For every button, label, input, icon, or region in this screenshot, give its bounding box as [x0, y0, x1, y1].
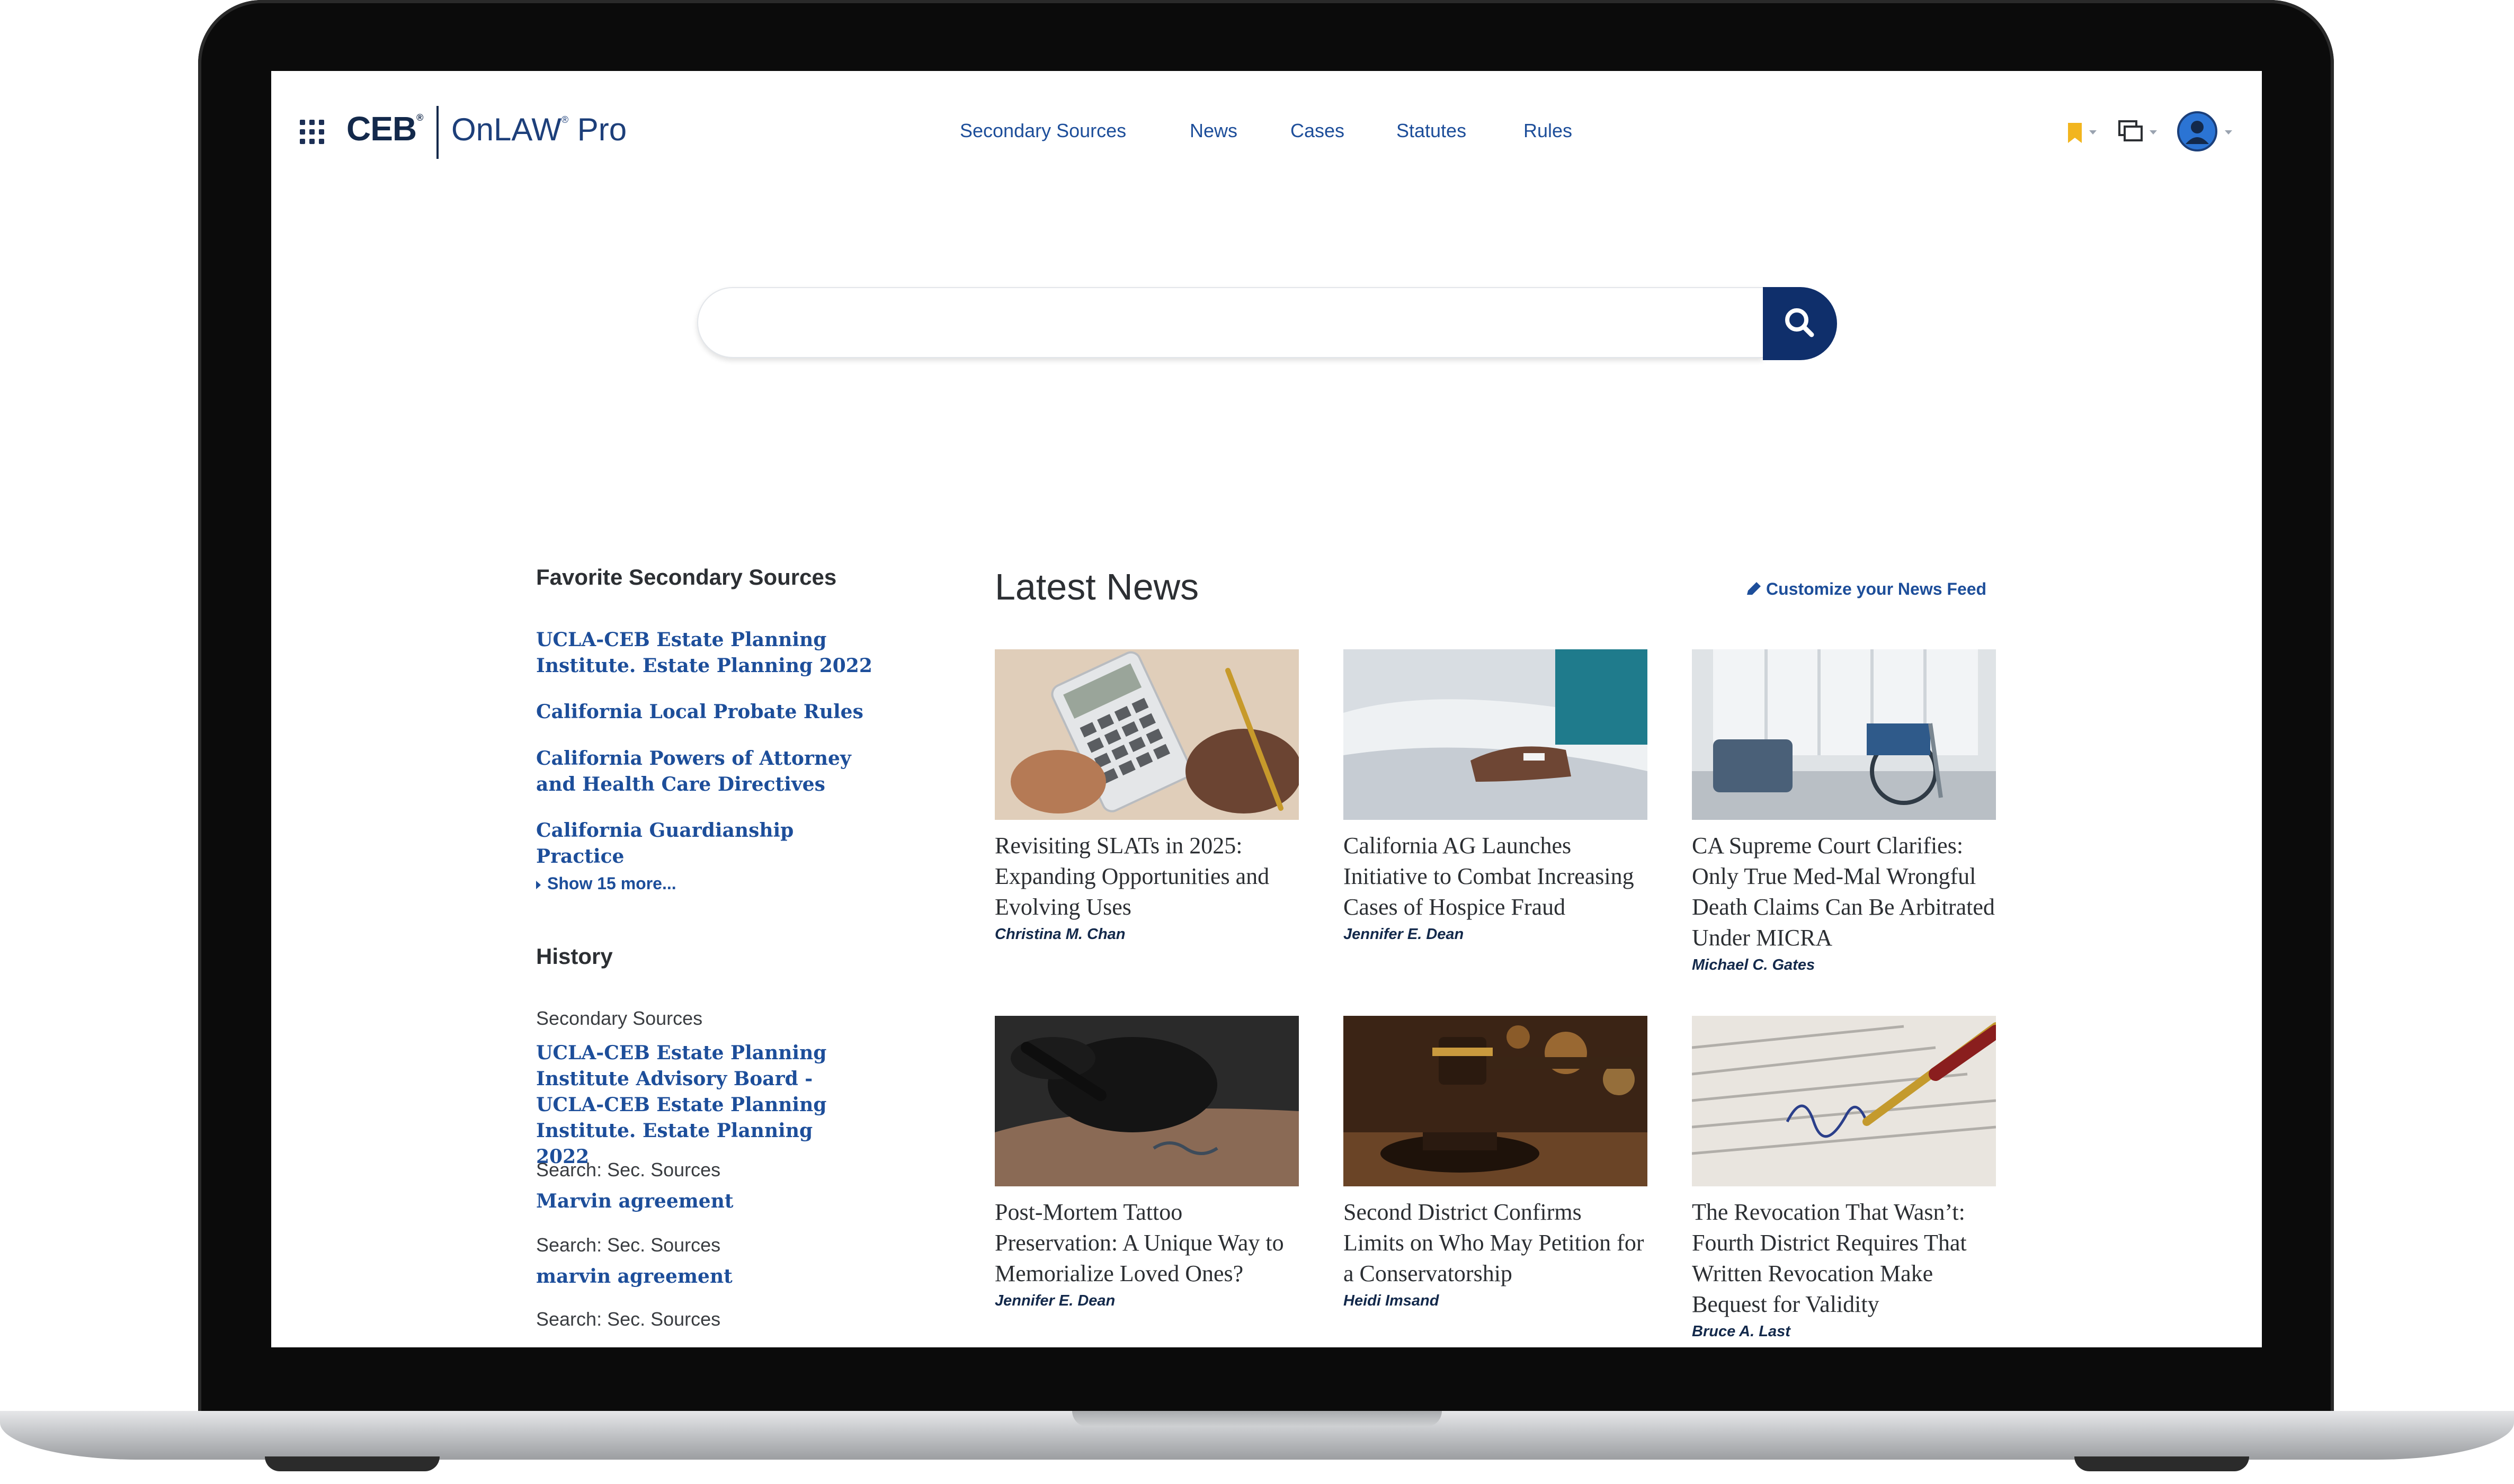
favorite-link[interactable]: California Powers of Attorney and Health… — [536, 746, 875, 798]
laptop-hinge-notch — [1072, 1411, 1442, 1427]
news-card-title[interactable]: The Revocation That Wasn’t: Fourth Distr… — [1692, 1197, 1996, 1320]
nav-rules[interactable]: Rules — [1523, 120, 1572, 142]
history-type: Search: Sec. Sources — [536, 1159, 721, 1181]
history-link[interactable]: UCLA-CEB Estate Planning Institute Advis… — [536, 1040, 864, 1170]
wheelchair-room-photo — [1692, 649, 1996, 820]
search-input[interactable] — [697, 287, 1763, 358]
news-card[interactable]: Second District Confirms Limits on Who M… — [1343, 1016, 1647, 1310]
nav-statutes[interactable]: Statutes — [1396, 120, 1466, 142]
news-card-author: Michael C. Gates — [1692, 956, 1815, 973]
history-type: Search: Sec. Sources — [536, 1308, 721, 1330]
latest-news-heading: Latest News — [995, 566, 1199, 607]
bookmark-dropdown-caret[interactable] — [2089, 130, 2097, 135]
news-card[interactable]: California AG Launches Initiative to Com… — [1343, 649, 1647, 943]
signing-document-photo — [1692, 1016, 1996, 1186]
laptop-foot-right — [2074, 1456, 2249, 1471]
favorite-link[interactable]: California Guardianship Practice — [536, 818, 875, 870]
favorites-heading: Favorite Secondary Sources — [536, 565, 837, 589]
news-card-title[interactable]: Post-Mortem Tattoo Preservation: A Uniqu… — [995, 1197, 1299, 1289]
documents-icon[interactable] — [2118, 120, 2144, 144]
nav-news[interactable]: News — [1190, 120, 1237, 142]
logo-divider — [436, 106, 439, 159]
show-more-link[interactable]: Show 15 more... — [536, 874, 676, 893]
news-card-title[interactable]: California AG Launches Initiative to Com… — [1343, 830, 1647, 923]
news-card-title[interactable]: CA Supreme Court Clarifies: Only True Me… — [1692, 830, 1996, 953]
news-card[interactable]: CA Supreme Court Clarifies: Only True Me… — [1692, 649, 1996, 974]
expand-triangle-icon — [536, 880, 541, 889]
nav-secondary-sources[interactable]: Secondary Sources — [960, 120, 1126, 142]
nav-cases[interactable]: Cases — [1290, 120, 1344, 142]
hospital-patient-photo — [1343, 649, 1647, 820]
history-link[interactable]: Marvin agreement — [536, 1188, 875, 1214]
gavel-photo — [1343, 1016, 1647, 1186]
apps-grid-icon[interactable] — [300, 120, 324, 144]
history-type: Search: Sec. Sources — [536, 1234, 721, 1256]
tattoo-artist-photo — [995, 1016, 1299, 1186]
customize-news-feed-link[interactable]: Customize your News Feed — [1745, 579, 1986, 599]
onlaw-pro-logo[interactable]: OnLAW® Pro — [451, 111, 627, 148]
news-card-title[interactable]: Revisiting SLATs in 2025: Expanding Oppo… — [995, 830, 1299, 923]
laptop-foot-left — [265, 1456, 440, 1471]
favorite-link[interactable]: UCLA-CEB Estate Planning Institute. Esta… — [536, 627, 875, 679]
news-card[interactable]: The Revocation That Wasn’t: Fourth Distr… — [1692, 1016, 1996, 1340]
history-link[interactable]: marvin agreement — [536, 1264, 875, 1290]
search-icon — [1785, 308, 1814, 337]
news-card-author: Bruce A. Last — [1692, 1323, 1790, 1340]
news-card[interactable]: Post-Mortem Tattoo Preservation: A Uniqu… — [995, 1016, 1299, 1310]
news-card-author: Heidi Imsand — [1343, 1292, 1439, 1309]
bookmark-icon[interactable] — [2067, 122, 2083, 144]
favorite-link[interactable]: California Local Probate Rules — [536, 699, 875, 725]
news-card-author: Jennifer E. Dean — [995, 1292, 1116, 1309]
news-card-author: Christina M. Chan — [995, 926, 1126, 943]
pencil-icon — [1747, 582, 1761, 595]
documents-dropdown-caret[interactable] — [2150, 130, 2157, 135]
search-button[interactable] — [1763, 287, 1837, 360]
history-heading: History — [536, 944, 613, 969]
calculator-photo — [995, 649, 1299, 820]
account-avatar-icon[interactable] — [2176, 110, 2218, 153]
account-dropdown-caret[interactable] — [2225, 130, 2232, 135]
ceb-logo[interactable]: CEB® — [346, 109, 423, 148]
news-card-title[interactable]: Second District Confirms Limits on Who M… — [1343, 1197, 1647, 1289]
news-card[interactable]: Revisiting SLATs in 2025: Expanding Oppo… — [995, 649, 1299, 943]
news-card-author: Jennifer E. Dean — [1343, 926, 1464, 943]
history-type: Secondary Sources — [536, 1007, 703, 1029]
app-screen: CEB® OnLAW® Pro Secondary Sources News C… — [271, 71, 2262, 1347]
